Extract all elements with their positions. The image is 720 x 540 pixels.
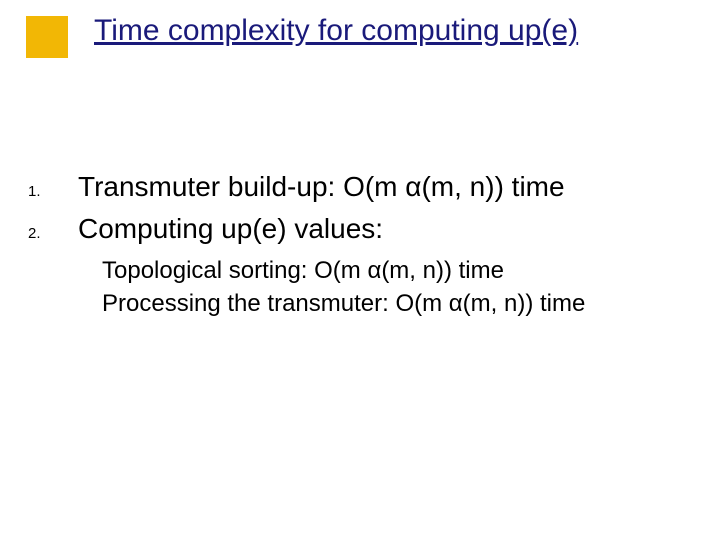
sub-list-item: Topological sorting: O(m α(m, n)) time (102, 254, 690, 288)
list-number: 1. (20, 173, 78, 200)
slide-body: 1. Transmuter build-up: O(m α(m, n)) tim… (20, 168, 690, 321)
list-number: 2. (20, 215, 78, 242)
list-text: Computing up(e) values: (78, 210, 383, 248)
list-item: 1. Transmuter build-up: O(m α(m, n)) tim… (20, 168, 690, 206)
title-upe: up(e) (508, 14, 578, 47)
list-item: 2. Computing up(e) values: (20, 210, 690, 248)
list-text: Transmuter build-up: O(m α(m, n)) time (78, 168, 565, 206)
sub-list: Topological sorting: O(m α(m, n)) time P… (102, 254, 690, 321)
slide: Time complexity for computing up(e) 1. T… (0, 0, 720, 540)
title-prefix: Time complexity for computing (94, 14, 508, 47)
accent-square-icon (26, 16, 72, 58)
sub-list-item: Processing the transmuter: O(m α(m, n)) … (102, 287, 690, 321)
slide-title: Time complexity for computing up(e) (94, 14, 690, 49)
